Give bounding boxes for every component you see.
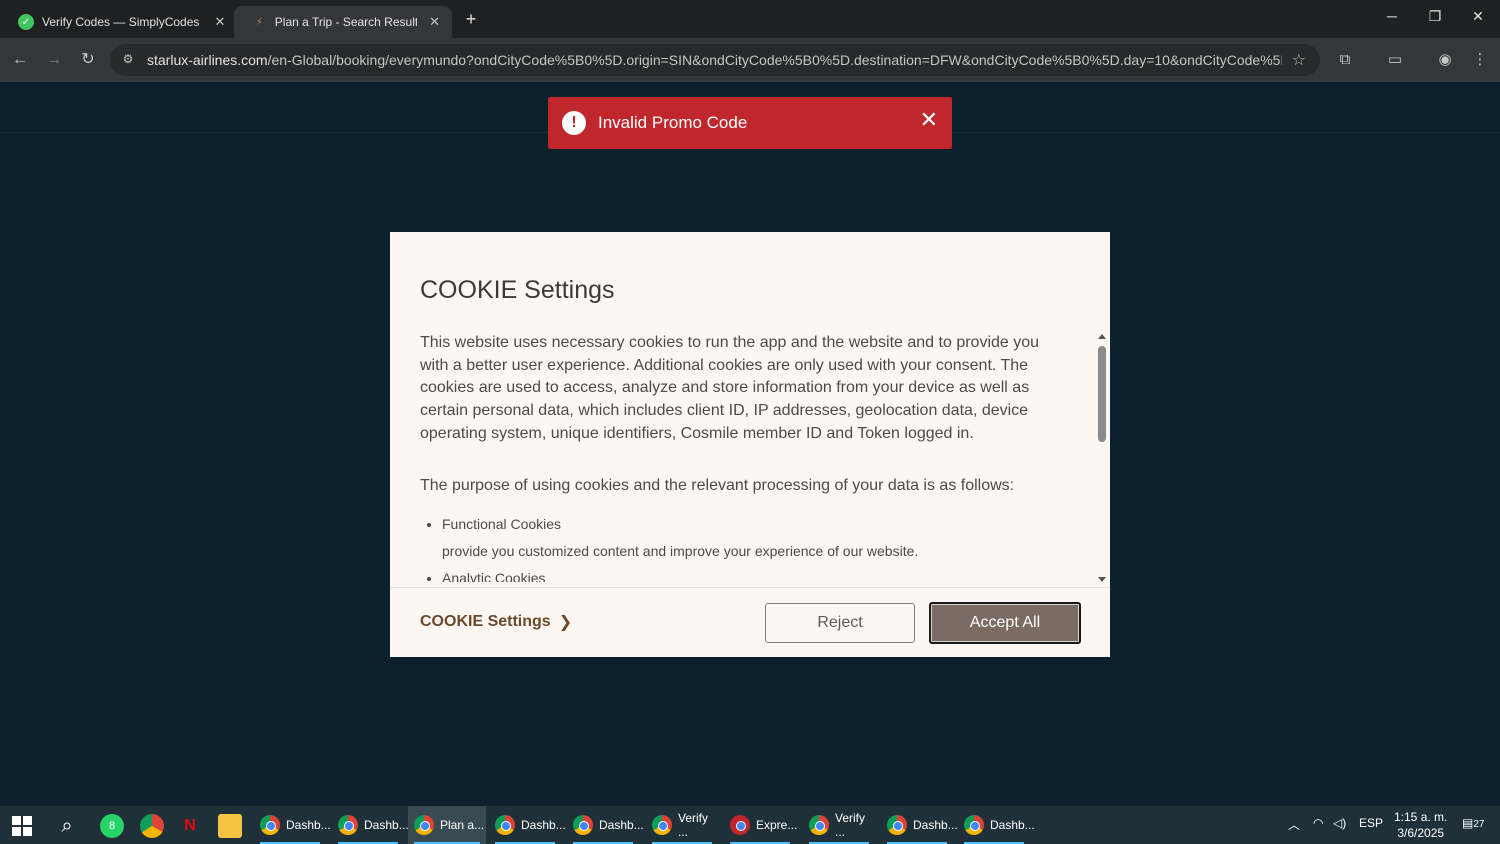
chevron-right-icon: ❯ xyxy=(558,614,573,631)
list-item: Functional Cookies xyxy=(442,511,1070,537)
expressvpn-icon xyxy=(730,815,750,835)
chrome-icon xyxy=(573,815,593,835)
reload-icon[interactable]: ↻ xyxy=(77,49,99,71)
bookmark-star-icon[interactable]: ☆ xyxy=(1292,50,1306,70)
list-item: Analytic Cookies xyxy=(442,565,1070,582)
extensions-icon[interactable]: ⧉ xyxy=(1334,49,1356,71)
scrollbar[interactable] xyxy=(1097,334,1107,582)
cookie-settings-link[interactable]: COOKIE Settings ❯ xyxy=(420,612,572,632)
cookie-settings-label: COOKIE Settings xyxy=(420,613,551,630)
date: 3/6/2025 xyxy=(1397,826,1445,840)
modal-title: COOKIE Settings xyxy=(420,276,615,304)
whatsapp-icon[interactable]: 8 xyxy=(100,814,124,838)
close-tab-icon[interactable]: ✕ xyxy=(427,14,442,30)
notifications-icon[interactable]: ▤27 xyxy=(1462,816,1484,830)
taskbar-app-chrome[interactable]: Dashb... xyxy=(489,806,566,844)
wifi-icon[interactable]: ◠ xyxy=(1313,816,1323,830)
chrome-icon xyxy=(652,815,672,835)
new-tab-button[interactable]: + xyxy=(461,9,481,29)
url-text[interactable]: starlux-airlines.com/en-Global/booking/e… xyxy=(147,52,1282,68)
netflix-icon[interactable]: N xyxy=(178,814,202,838)
chrome-icon xyxy=(964,815,984,835)
chrome-icon xyxy=(260,815,280,835)
chrome-icon xyxy=(495,815,515,835)
language-indicator[interactable]: ESP xyxy=(1359,816,1383,830)
restore-icon[interactable]: ❐ xyxy=(1420,8,1450,25)
url-domain: starlux-airlines.com xyxy=(147,52,268,68)
scrollbar-thumb[interactable] xyxy=(1098,346,1106,442)
tab-search-icon[interactable]: ▭ xyxy=(1384,49,1406,71)
modal-footer-divider xyxy=(390,587,1110,588)
list-item-description: provide you customized content and impro… xyxy=(442,543,919,560)
taskbar-app-chrome[interactable]: Verify ... xyxy=(646,806,718,844)
taskbar-app-label: Expre... xyxy=(756,818,798,832)
scroll-up-arrow-icon[interactable] xyxy=(1098,334,1106,339)
taskbar-app-label: Plan a... xyxy=(440,818,485,832)
chrome-icon xyxy=(809,815,829,835)
windows-taskbar: ⌕ 8 N Dashb... Dashb... Plan a... Dashb.… xyxy=(0,806,1500,844)
close-tab-icon[interactable]: ✕ xyxy=(212,14,228,30)
cookie-purpose: The purpose of using cookies and the rel… xyxy=(420,476,1015,494)
file-explorer-icon[interactable] xyxy=(218,814,242,838)
clock[interactable]: 1:15 a. m. 3/6/2025 xyxy=(1394,809,1447,841)
taskbar-app-chrome[interactable]: Dashb... xyxy=(254,806,331,844)
address-bar[interactable]: ⚙ starlux-airlines.com/en-Global/booking… xyxy=(110,44,1320,76)
taskbar-app-label: Dashb... xyxy=(913,818,958,832)
time: 1:15 a. m. xyxy=(1394,810,1448,824)
toast-close-button[interactable]: ✕ xyxy=(920,109,938,131)
profile-icon[interactable]: ◉ xyxy=(1434,49,1456,71)
taskbar-app-label: Dashb... xyxy=(599,818,644,832)
chrome-icon xyxy=(338,815,358,835)
chrome-icon xyxy=(887,815,907,835)
whatsapp-badge: 8 xyxy=(108,820,116,832)
cookie-type-list: Analytic Cookies xyxy=(442,565,1070,582)
taskbar-app-label: Dashb... xyxy=(364,818,409,832)
chrome-icon xyxy=(414,815,434,835)
taskbar-app-label: Verify ... xyxy=(678,811,709,839)
scroll-down-arrow-icon[interactable] xyxy=(1098,577,1106,582)
taskbar-app-label: Dashb... xyxy=(521,818,566,832)
reject-button[interactable]: Reject xyxy=(765,603,915,643)
chrome-icon[interactable] xyxy=(140,814,164,838)
cookie-description: This website uses necessary cookies to r… xyxy=(420,334,1040,442)
taskbar-app-chrome[interactable]: Dashb... xyxy=(567,806,644,844)
cookie-text-scroll-area[interactable]: This website uses necessary cookies to r… xyxy=(420,332,1070,582)
toast-message: Invalid Promo Code xyxy=(598,113,748,132)
search-icon[interactable]: ⌕ xyxy=(55,814,79,838)
taskbar-app-chrome[interactable]: Dashb... xyxy=(958,806,1035,844)
taskbar-app-chrome[interactable]: Dashb... xyxy=(881,806,958,844)
close-window-icon[interactable]: ✕ xyxy=(1463,8,1493,25)
taskbar-app-chrome[interactable]: Dashb... xyxy=(332,806,409,844)
cookie-type-list: Functional Cookies xyxy=(442,511,1070,537)
tab-plan-a-trip[interactable]: ⚡ Plan a Trip - Search Result - STARLUX … xyxy=(234,6,452,38)
starlux-icon: ⚡ xyxy=(255,16,263,28)
menu-icon[interactable]: ⋮ xyxy=(1469,49,1491,71)
tab-title: Plan a Trip - Search Result - STARLUX xyxy=(274,15,418,29)
notification-count: 27 xyxy=(1473,819,1485,830)
windows-start-icon[interactable] xyxy=(12,816,32,836)
forward-icon[interactable]: → xyxy=(43,49,65,71)
minimize-icon[interactable]: ─ xyxy=(1377,8,1407,24)
tab-title: Verify Codes — SimplyCodes xyxy=(42,15,200,29)
taskbar-app-express[interactable]: Expre... xyxy=(724,806,798,844)
accept-all-button[interactable]: Accept All xyxy=(929,602,1081,644)
chevron-up-icon[interactable]: ︿ xyxy=(1288,816,1300,833)
taskbar-app-chrome-active[interactable]: Plan a... xyxy=(408,806,486,844)
cookie-modal: COOKIE Settings This website uses necess… xyxy=(390,232,1110,657)
site-info-icon[interactable]: ⚙ xyxy=(120,52,136,68)
error-toast: ! Invalid Promo Code ✕ xyxy=(548,97,952,149)
taskbar-app-label: Dashb... xyxy=(286,818,331,832)
taskbar-app-label: Dashb... xyxy=(990,818,1035,832)
tab-verify-codes[interactable]: ✓ Verify Codes — SimplyCodes ✕ xyxy=(0,6,238,38)
alert-icon: ! xyxy=(562,111,586,135)
url-path: /en-Global/booking/everymundo?ondCityCod… xyxy=(267,52,1282,68)
browser-tab-strip: ✓ Verify Codes — SimplyCodes ✕ ⚡ Plan a … xyxy=(0,0,1500,38)
volume-icon[interactable]: ◁) xyxy=(1333,816,1346,830)
simplycodes-icon: ✓ xyxy=(18,14,34,30)
taskbar-app-label: Verify ... xyxy=(835,811,866,839)
browser-toolbar: ← → ↻ ⚙ starlux-airlines.com/en-Global/b… xyxy=(0,38,1500,82)
taskbar-app-chrome[interactable]: Verify ... xyxy=(803,806,875,844)
back-icon[interactable]: ← xyxy=(9,49,31,71)
